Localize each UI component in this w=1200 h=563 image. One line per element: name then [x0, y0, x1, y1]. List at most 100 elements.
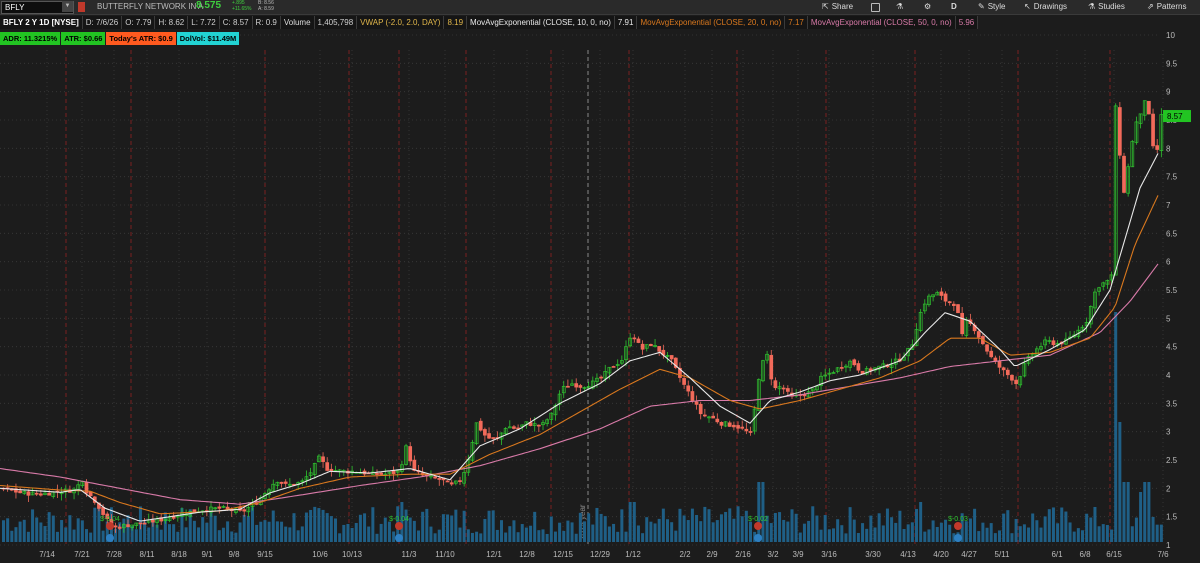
- volume-bar: [856, 533, 860, 542]
- x-tick-label: 7/21: [74, 550, 90, 559]
- volume-bar: [1134, 517, 1138, 542]
- ema10-label: MovAvgExponential (CLOSE, 10, 0, no): [467, 16, 615, 29]
- y-tick-label: 5.5: [1166, 286, 1178, 295]
- x-tick-label: 7/6: [1157, 550, 1169, 559]
- volume-bar: [836, 519, 840, 542]
- volume-bar: [354, 522, 358, 542]
- period-button[interactable]: D: [951, 0, 957, 14]
- volume-bar: [1039, 527, 1043, 542]
- candle-down: [458, 480, 462, 482]
- volume-bar: [545, 533, 549, 542]
- volume-bar: [379, 523, 383, 542]
- volume-bar: [1068, 522, 1072, 542]
- volume-bar: [101, 530, 105, 542]
- volume-bar: [475, 531, 479, 542]
- volume-bar: [1159, 524, 1163, 542]
- dividend-label: $-0.04: [100, 516, 120, 523]
- volume-bar: [512, 520, 516, 542]
- candle-down: [711, 415, 716, 419]
- volume-bar: [68, 515, 72, 542]
- chart-background: [0, 30, 1200, 563]
- price-change: +.895 +11.65%: [232, 0, 252, 12]
- x-tick-label: 7/28: [106, 550, 122, 559]
- price-chart[interactable]: 109.598.587.576.565.554.543.532.521.517/…: [0, 30, 1200, 563]
- volume-bar: [238, 522, 242, 542]
- volume-bar: [653, 523, 657, 542]
- volume-bar: [533, 511, 537, 542]
- volume-bar: [902, 529, 906, 542]
- x-tick-label: 12/1: [486, 550, 502, 559]
- volume-bar: [869, 515, 873, 542]
- x-tick-label: 12/8: [519, 550, 535, 559]
- volume-bar: [60, 520, 64, 542]
- volume-bar: [661, 508, 665, 542]
- symbol-dropdown-icon[interactable]: ▼: [62, 1, 73, 12]
- volume-bar: [508, 526, 512, 542]
- volume-bar: [1002, 513, 1006, 542]
- candle-down: [26, 491, 31, 496]
- atr-badge: ATR: $0.66: [61, 32, 106, 45]
- candle-down: [785, 388, 790, 392]
- volume-bar: [504, 532, 508, 542]
- volume-bar: [948, 524, 952, 542]
- earnings-icon: [754, 522, 762, 530]
- volume-bar: [1064, 511, 1068, 542]
- top-toolbar: BFLY ▼ BUTTERFLY NETWORK IN A 8.575 +.89…: [0, 0, 1200, 15]
- candle-down: [939, 291, 944, 296]
- save-button[interactable]: [871, 0, 880, 14]
- candle-down: [101, 506, 105, 515]
- candle-down: [839, 367, 844, 369]
- volume-bar: [246, 515, 250, 542]
- candle-down: [391, 470, 396, 474]
- candle-down: [997, 360, 1002, 368]
- volume-bar: [695, 515, 699, 542]
- volume-bar: [259, 521, 263, 542]
- y-tick-label: 8: [1166, 144, 1171, 153]
- candle-down: [1117, 107, 1122, 156]
- x-tick-label: 4/13: [900, 550, 916, 559]
- volume-bar: [192, 520, 196, 542]
- volume-bar: [645, 517, 649, 542]
- volume-bar: [143, 521, 147, 542]
- volume-bar: [516, 532, 520, 542]
- volume-bar: [18, 521, 22, 542]
- volume-bar: [1035, 520, 1039, 542]
- candle-down: [478, 420, 483, 431]
- volume-bar: [421, 511, 425, 542]
- share-button[interactable]: ⇱ Share: [822, 0, 853, 14]
- volume-bar: [408, 517, 412, 542]
- candle-down: [599, 376, 603, 379]
- volume-bar: [1155, 524, 1159, 542]
- dividend-icon: [754, 534, 762, 542]
- volume-bar: [342, 524, 346, 542]
- volume-bar: [51, 515, 55, 542]
- settings-button[interactable]: ⚙: [924, 0, 931, 14]
- drawings-button[interactable]: ↖ Drawings: [1024, 0, 1067, 14]
- candle-down: [632, 337, 637, 340]
- candle-down: [702, 414, 707, 417]
- volume-bar: [280, 521, 284, 542]
- volume-bar: [591, 524, 595, 542]
- candle-down: [748, 431, 753, 433]
- studies-button[interactable]: ⚗ Studies: [1088, 0, 1125, 14]
- style-button[interactable]: ✎ Style: [978, 0, 1006, 14]
- flag-icon[interactable]: [78, 2, 85, 12]
- patterns-button[interactable]: ⇗ Patterns: [1147, 0, 1187, 14]
- volume-bar: [1047, 509, 1051, 542]
- volume-bar: [815, 515, 819, 542]
- volume-bar: [72, 529, 76, 542]
- flask-button[interactable]: ⚗: [896, 0, 903, 14]
- volume-bar: [690, 508, 694, 542]
- volume-bar: [520, 524, 524, 542]
- volume-bar: [1072, 531, 1076, 542]
- volume-bar: [1006, 510, 1010, 542]
- x-tick-label: 8/18: [171, 550, 187, 559]
- candle-down: [736, 425, 740, 429]
- x-tick-label: 10/6: [312, 550, 328, 559]
- volume-bar: [93, 507, 97, 542]
- x-tick-label: 4/20: [933, 550, 949, 559]
- volume-bar: [217, 530, 221, 542]
- candle-down: [773, 380, 778, 389]
- y-tick-label: 2.5: [1166, 456, 1178, 465]
- volume-bar: [437, 529, 441, 542]
